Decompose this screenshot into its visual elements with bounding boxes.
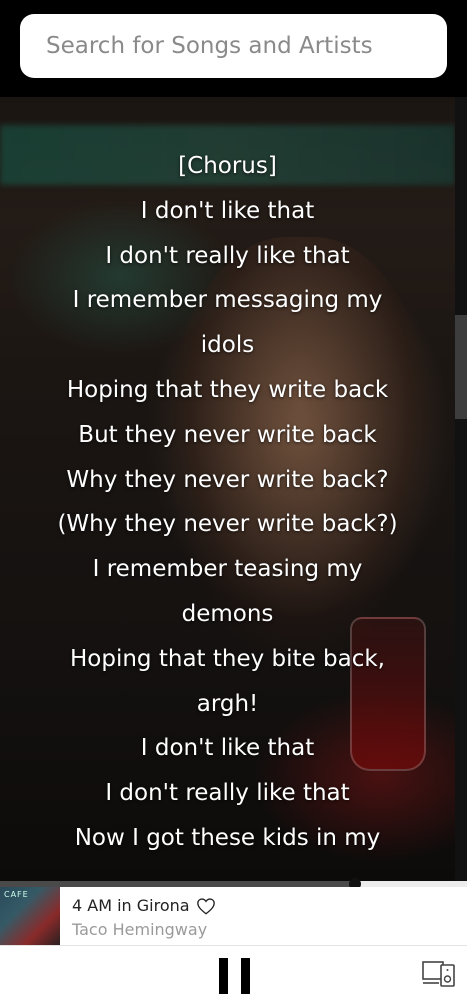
playback-controls <box>0 945 467 1006</box>
track-title-row: 4 AM in Girona <box>72 896 216 915</box>
pause-icon <box>219 958 228 994</box>
heart-outline-icon[interactable] <box>196 897 216 915</box>
lyric-line: Hoping that they write back <box>66 376 389 403</box>
lyric-line: I remember teasing my <box>92 556 363 583</box>
track-artist: Taco Hemingway <box>72 920 208 939</box>
lyrics-text: [Chorus] I don't like that I don't really … <box>0 144 455 861</box>
album-cover[interactable]: CAFE <box>0 887 60 945</box>
lyric-line: Hoping that they bite back, <box>70 645 385 672</box>
lyric-line: I don't like that <box>140 197 315 224</box>
lyrics-scrollbar-thumb[interactable] <box>455 315 467 419</box>
pause-button[interactable] <box>219 958 251 994</box>
lyric-line: I don't like that <box>140 735 315 762</box>
album-cover-text: CAFE <box>4 890 29 899</box>
now-playing-bar[interactable]: CAFE 4 AM in Girona Taco Hemingway <box>0 887 467 945</box>
lyrics-panel[interactable]: [Chorus] I don't like that I don't really … <box>0 97 467 881</box>
lyric-line: I don't really like that <box>105 780 350 807</box>
lyric-line: I remember messaging my <box>72 287 383 314</box>
lyric-line: argh! <box>196 690 259 717</box>
lyric-line: But they never write back <box>78 421 377 448</box>
lyric-line: I don't really like that <box>105 242 350 269</box>
devices-icon[interactable] <box>422 960 456 988</box>
track-title: 4 AM in Girona <box>72 896 190 915</box>
search-box[interactable] <box>20 14 447 78</box>
pause-icon-bar <box>241 958 250 994</box>
lyric-line: idols <box>200 332 255 359</box>
lyric-line: Now I got these kids in my <box>74 824 381 851</box>
lyric-line: demons <box>181 600 274 627</box>
top-bar <box>0 0 467 97</box>
lyric-line: [Chorus] <box>178 153 277 179</box>
lyric-line: Why they never write back? <box>66 466 389 493</box>
lyrics-scrollbar[interactable] <box>455 97 467 881</box>
search-input[interactable] <box>44 32 423 60</box>
lyric-line: (Why they never write back?) <box>57 511 398 538</box>
